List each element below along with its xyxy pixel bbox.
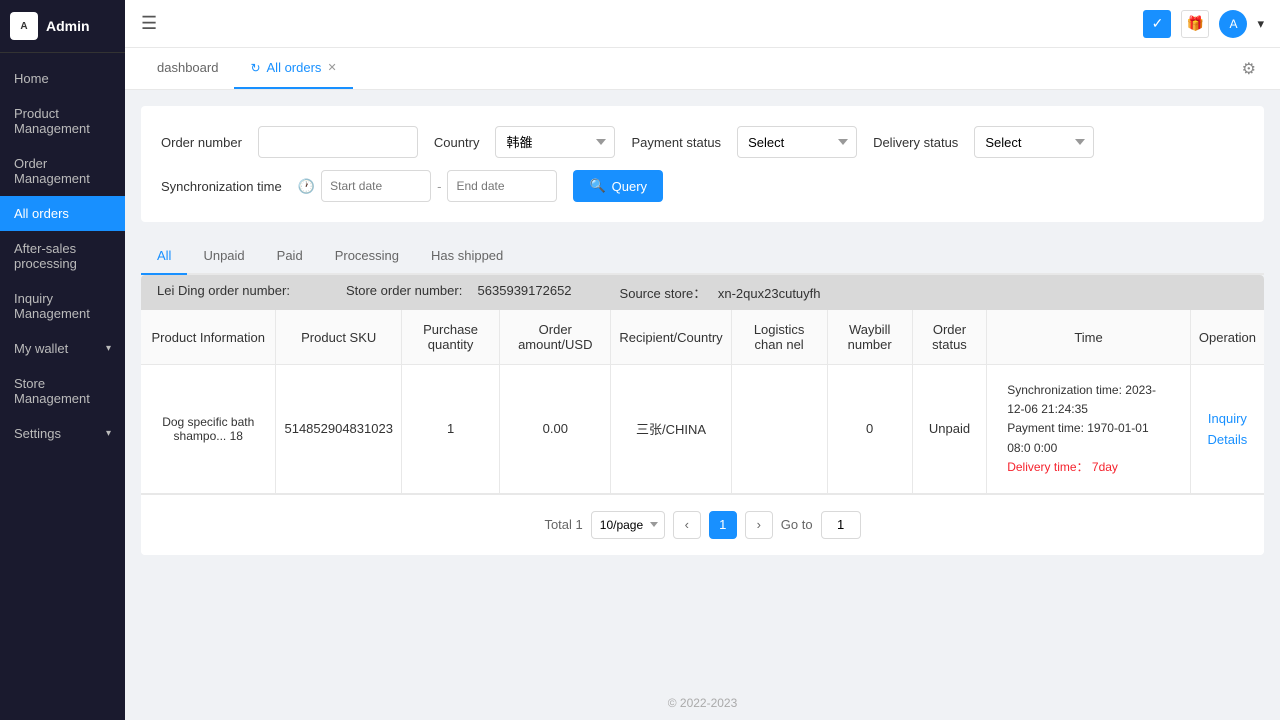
lei-ding-label: Lei Ding order number: <box>157 283 306 302</box>
gift-icon[interactable]: 🎁 <box>1181 10 1209 38</box>
sidebar-item-my-wallet[interactable]: My wallet ▾ <box>0 331 125 366</box>
orders-table: Product Information Product SKU Purchase… <box>141 310 1264 494</box>
col-order-status: Order status <box>912 310 986 365</box>
avatar[interactable]: A <box>1219 10 1247 38</box>
user-dropdown[interactable]: ▾ <box>1257 16 1264 32</box>
order-number-label: Order number <box>161 135 242 150</box>
cell-product-sku: 514852904831023 <box>276 365 401 494</box>
filter-row-1: Order number Country 韩雒 中国 美国 Payment st… <box>161 126 1244 158</box>
prev-page-button[interactable]: ‹ <box>673 511 701 539</box>
query-button[interactable]: 🔍 Query <box>573 170 663 202</box>
sidebar: A Admin Home Product Management Order Ma… <box>0 0 125 720</box>
hamburger-icon[interactable]: ☰ <box>141 13 157 34</box>
filter-card: Order number Country 韩雒 中国 美国 Payment st… <box>141 106 1264 222</box>
cell-time: Synchronization time: 2023-12-06 21:24:3… <box>987 365 1191 494</box>
settings-icon[interactable]: ⚙ <box>1234 51 1264 87</box>
order-group-header: Lei Ding order number: Store order numbe… <box>141 275 1264 310</box>
col-product-info: Product Information <box>141 310 276 365</box>
col-waybill-number: Waybill number <box>827 310 912 365</box>
goto-input[interactable] <box>821 511 861 539</box>
cell-order-amount: 0.00 <box>500 365 611 494</box>
order-number-input[interactable] <box>258 126 418 158</box>
cell-product-info: Dog specific bath shampo... 18 <box>141 365 276 494</box>
topbar-left: ☰ <box>141 13 157 34</box>
details-link[interactable]: Details <box>1208 432 1248 447</box>
country-label: Country <box>434 135 480 150</box>
col-operation: Operation <box>1190 310 1264 365</box>
topbar: ☰ ✓ 🎁 A ▾ <box>125 0 1280 48</box>
sidebar-item-after-sales[interactable]: After-sales processing <box>0 231 125 281</box>
filter-row-2: Synchronization time 🕐 - 🔍 Query <box>161 170 1244 202</box>
tabs: dashboard ↻ All orders ✕ <box>141 48 353 89</box>
tab-dashboard[interactable]: dashboard <box>141 48 234 89</box>
main-content: ☰ ✓ 🎁 A ▾ dashboard ↻ All orders ✕ ⚙ Ord <box>125 0 1280 720</box>
tab-close-icon[interactable]: ✕ <box>327 61 336 74</box>
notification-icon[interactable]: ✓ <box>1143 10 1171 38</box>
tabs-bar: dashboard ↻ All orders ✕ ⚙ <box>125 48 1280 90</box>
table-card: Lei Ding order number: Store order numbe… <box>141 275 1264 555</box>
col-order-amount: Order amount/USD <box>500 310 611 365</box>
start-date-input[interactable] <box>321 170 431 202</box>
status-tab-all[interactable]: All <box>141 238 187 275</box>
sync-time-label: Synchronization time <box>161 179 282 194</box>
cell-logistics-channel <box>731 365 827 494</box>
delivery-status-select[interactable]: Select Shipped Not shipped <box>974 126 1094 158</box>
end-date-input[interactable] <box>447 170 557 202</box>
cell-recipient-country: 三张/CHINA <box>611 365 731 494</box>
current-page-number[interactable]: 1 <box>709 511 737 539</box>
col-purchase-qty: Purchase quantity <box>401 310 499 365</box>
chevron-down-icon: ▾ <box>106 428 111 439</box>
sidebar-item-store-management[interactable]: Store Management <box>0 366 125 416</box>
date-range: 🕐 - <box>298 170 558 202</box>
col-recipient-country: Recipient/Country <box>611 310 731 365</box>
pagination: Total 1 10/page 20/page 50/page ‹ 1 › Go… <box>141 494 1264 555</box>
col-time: Time <box>987 310 1191 365</box>
store-order-label: Store order number: 5635939172652 <box>346 283 580 302</box>
content-area: Order number Country 韩雒 中国 美国 Payment st… <box>125 90 1280 686</box>
cell-operation: Inquiry Details <box>1190 365 1264 494</box>
table-header-row: Product Information Product SKU Purchase… <box>141 310 1264 365</box>
sidebar-logo: A <box>10 12 38 40</box>
inquiry-link[interactable]: Inquiry <box>1208 411 1247 426</box>
status-tab-unpaid[interactable]: Unpaid <box>187 238 260 275</box>
country-select[interactable]: 韩雒 中国 美国 <box>495 126 615 158</box>
total-label: Total 1 <box>544 517 582 532</box>
cell-purchase-qty: 1 <box>401 365 499 494</box>
refresh-icon: ↻ <box>250 61 260 75</box>
sidebar-item-order-management[interactable]: Order Management <box>0 146 125 196</box>
col-product-sku: Product SKU <box>276 310 401 365</box>
date-separator: - <box>437 179 441 194</box>
clock-icon: 🕐 <box>298 178 315 195</box>
status-tab-has-shipped[interactable]: Has shipped <box>415 238 519 275</box>
per-page-select[interactable]: 10/page 20/page 50/page <box>591 511 665 539</box>
tab-all-orders[interactable]: ↻ All orders ✕ <box>234 48 352 89</box>
status-tab-paid[interactable]: Paid <box>261 238 319 275</box>
sidebar-title: Admin <box>46 18 90 34</box>
footer: © 2022-2023 <box>125 686 1280 720</box>
topbar-right: ✓ 🎁 A ▾ <box>1143 10 1264 38</box>
status-tab-processing[interactable]: Processing <box>319 238 415 275</box>
delivery-status-label: Delivery status <box>873 135 958 150</box>
chevron-down-icon: ▾ <box>106 343 111 354</box>
source-store-label: Source store： xn-2qux23cutuyfh <box>620 283 829 302</box>
table-row: Dog specific bath shampo... 18 514852904… <box>141 365 1264 494</box>
sidebar-nav: Home Product Management Order Management… <box>0 53 125 720</box>
goto-label: Go to <box>781 517 813 532</box>
search-icon: 🔍 <box>589 178 605 194</box>
cell-order-status: Unpaid <box>912 365 986 494</box>
cell-waybill-number: 0 <box>827 365 912 494</box>
sidebar-item-home[interactable]: Home <box>0 61 125 96</box>
payment-status-select[interactable]: Select Unpaid Paid <box>737 126 857 158</box>
payment-status-label: Payment status <box>631 135 721 150</box>
sidebar-header: A Admin <box>0 0 125 53</box>
next-page-button[interactable]: › <box>745 511 773 539</box>
col-logistics-channel: Logistics chan nel <box>731 310 827 365</box>
sidebar-item-settings[interactable]: Settings ▾ <box>0 416 125 451</box>
sidebar-item-inquiry-management[interactable]: Inquiry Management <box>0 281 125 331</box>
status-tabs: All Unpaid Paid Processing Has shipped <box>141 238 1264 275</box>
sidebar-item-product-management[interactable]: Product Management <box>0 96 125 146</box>
sidebar-item-all-orders[interactable]: All orders <box>0 196 125 231</box>
